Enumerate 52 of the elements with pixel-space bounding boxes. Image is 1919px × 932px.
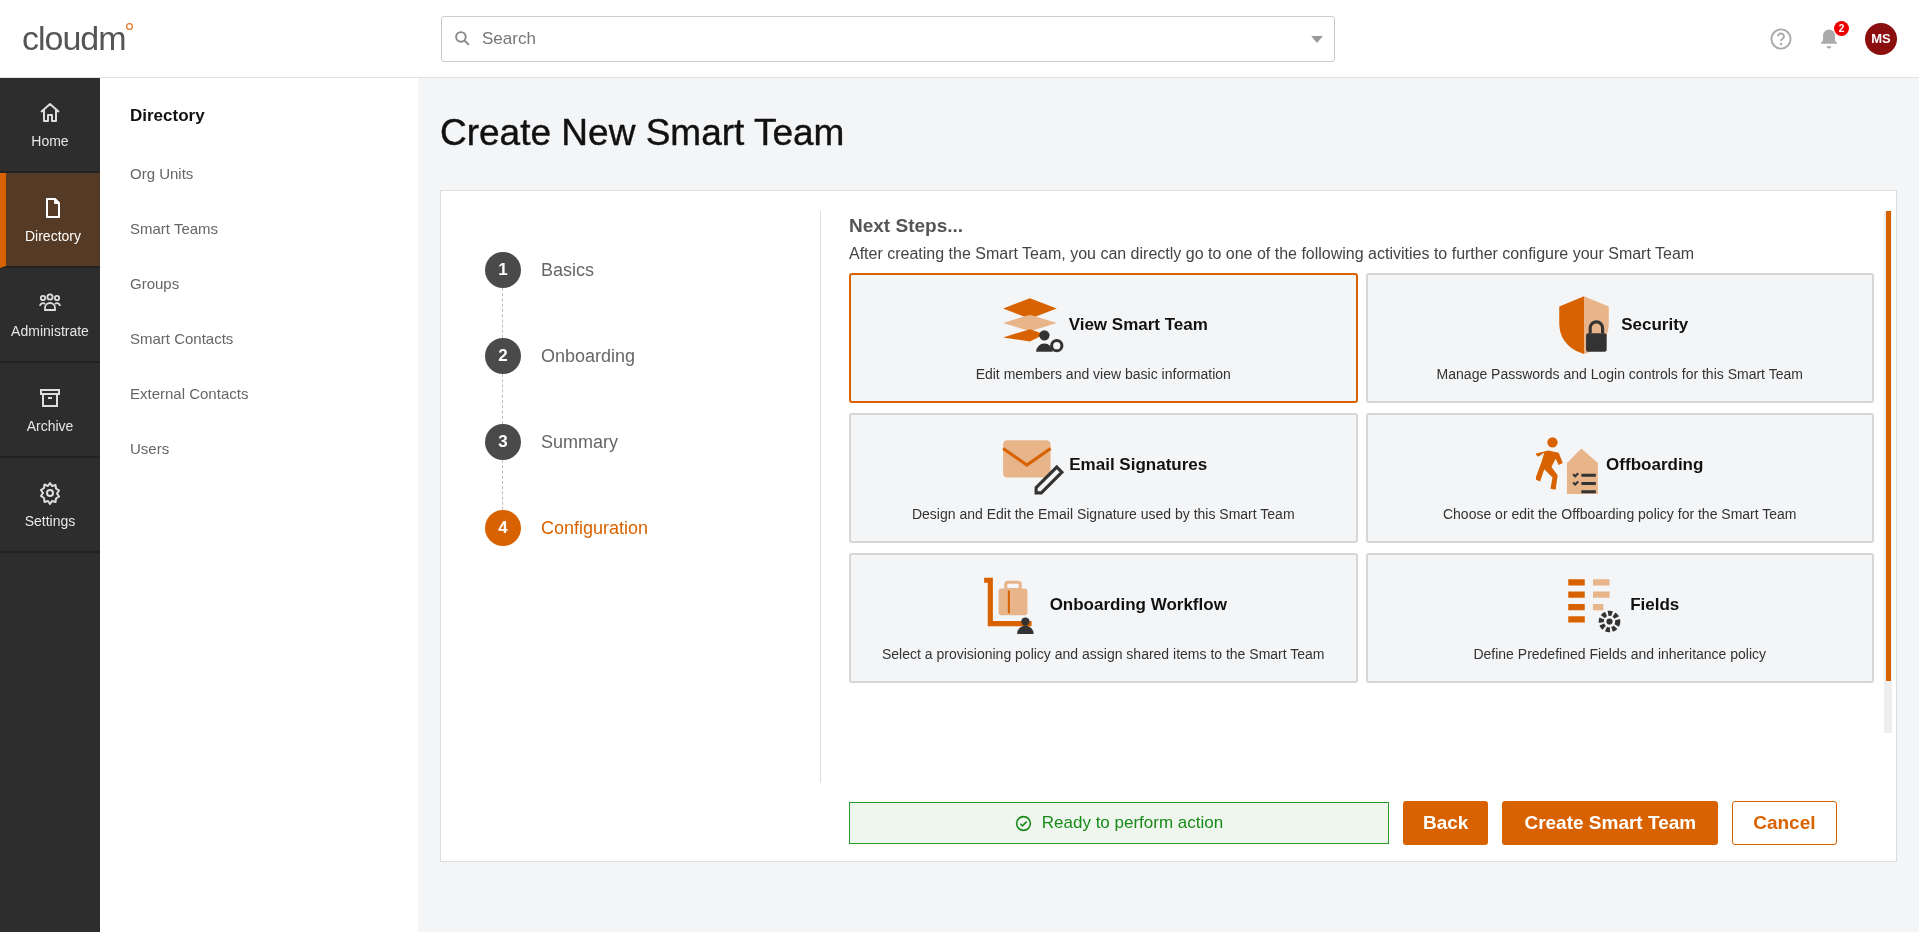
step-number: 2 (485, 338, 521, 374)
sidebar-item[interactable]: Org Units (130, 165, 418, 220)
step-label[interactable]: Summary (541, 431, 618, 453)
step-number: 4 (485, 510, 521, 546)
card-title: Email Signatures (1069, 455, 1208, 475)
settings-icon (38, 480, 62, 505)
home-icon (38, 100, 62, 125)
card-title: Offboarding (1606, 455, 1704, 475)
card-description: Design and Edit the Email Signature used by this Smart Team (911, 506, 1295, 522)
rail-nav-item[interactable]: Directory (0, 173, 100, 268)
card-title: View Smart Team (1068, 315, 1208, 335)
card-description: Select a provisioning policy and assign shared items to the Smart Team (882, 646, 1325, 662)
card-description: Choose or edit the Offboarding policy for the Smart Team (1442, 506, 1797, 522)
search-field[interactable]: Search (441, 15, 1335, 62)
action-button[interactable]: Create Smart Team (1502, 801, 1719, 845)
activity-card[interactable]: Offboarding Choose or edit the Offboarding policy for the Smart Team (1365, 413, 1874, 543)
sidebar-item[interactable]: Smart Teams (130, 220, 418, 275)
card-title: Onboarding Workflow (1049, 595, 1227, 615)
activity-card[interactable]: Email Signatures Design and Edit the Email Signature used by this Smart Team (849, 413, 1358, 543)
card-title: Security (1621, 315, 1689, 335)
caret-icon (1311, 35, 1323, 43)
step-label[interactable]: Onboarding (541, 345, 636, 367)
step-number: 3 (485, 424, 521, 460)
sidebar-item[interactable]: Groups (130, 275, 418, 330)
activity-card[interactable]: Fields Define Predefined Fields and inheritance policy (1365, 553, 1874, 683)
check-circle-icon (1014, 814, 1032, 832)
sidebar-item[interactable]: Smart Contacts (130, 330, 418, 385)
action-button[interactable]: Back (1403, 801, 1489, 845)
search-icon (454, 29, 471, 47)
activity-card[interactable]: Security Manage Passwords and Login controls for this Smart Team (1365, 273, 1874, 403)
help-icon[interactable] (1769, 26, 1793, 51)
status-text: Ready to perform action (1041, 813, 1224, 833)
step-number: 1 (485, 252, 521, 288)
sidebar-item[interactable]: External Contacts (130, 385, 418, 440)
step-label[interactable]: Configuration (541, 517, 649, 539)
section-heading: Next Steps... (849, 215, 965, 237)
activity-card[interactable]: View Smart Team Edit members and view basic information (849, 273, 1358, 403)
card-description: Edit members and view basic information (975, 366, 1231, 382)
sidebar-item[interactable]: Users (130, 440, 418, 495)
page-title: Create New Smart Team (440, 112, 846, 154)
sidebar-title: Directory (130, 106, 206, 126)
notification-badge: 2 (1834, 20, 1849, 36)
logo[interactable]: cloudm (22, 19, 430, 58)
logo-dot-icon (125, 23, 133, 30)
step-label[interactable]: Basics (541, 259, 594, 281)
activity-card[interactable]: Onboarding Workflow Select a provisioning policy and assign shared items to the Smart Team (849, 553, 1358, 683)
section-description: After creating the Smart Team, you can directly go to one of the following activities to further configure your Smart Team (849, 245, 1696, 263)
user-avatar[interactable]: MS (1865, 22, 1897, 55)
cancel-button[interactable]: Cancel (1732, 801, 1837, 845)
card-description: Define Predefined Fields and inheritance policy (1473, 646, 1767, 662)
card-title: Fields (1630, 595, 1680, 615)
card-description: Manage Passwords and Login controls for this Smart Team (1436, 366, 1803, 382)
